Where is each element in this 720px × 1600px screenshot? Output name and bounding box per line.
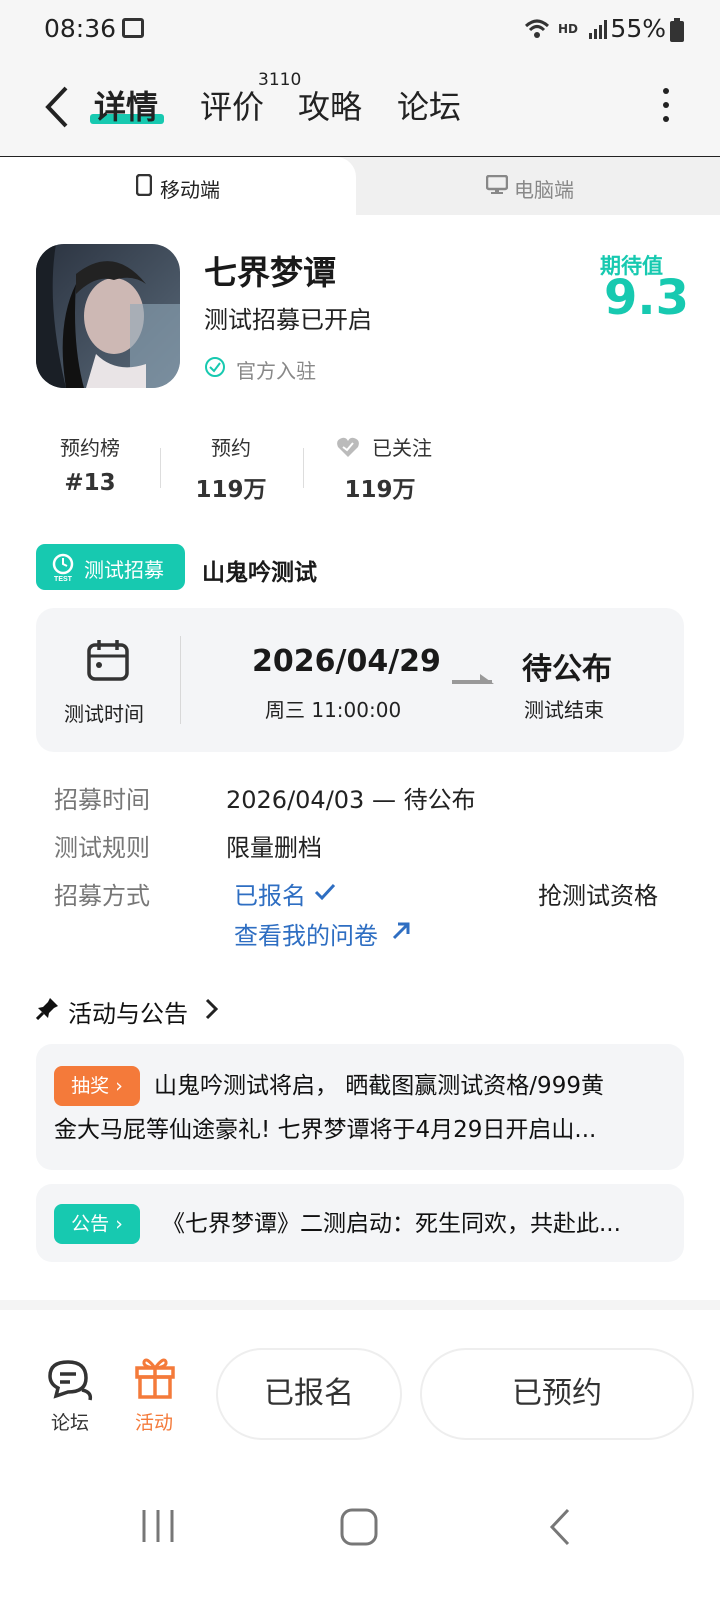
signed-up-status[interactable]: 已报名: [234, 876, 306, 911]
verified-check-icon: [205, 357, 225, 377]
expect-value: 9.3: [604, 270, 690, 326]
external-arrow-icon: [392, 922, 410, 940]
system-back-icon[interactable]: [548, 1508, 572, 1546]
stat-reserve-label: 预约: [211, 436, 251, 460]
monitor-icon: [486, 175, 508, 194]
chevron-right-icon[interactable]: [204, 998, 218, 1020]
phone-icon: [136, 174, 152, 196]
stat-reserve-value: 119万: [195, 477, 267, 503]
tab-details[interactable]: 详情: [94, 82, 158, 128]
image-notification-icon: [122, 18, 144, 38]
back-arrow-icon[interactable]: [40, 82, 80, 132]
game-title: 七界梦谭: [204, 253, 336, 292]
activity-label[interactable]: 活动: [135, 1408, 173, 1435]
gift-icon[interactable]: [134, 1354, 176, 1400]
status-time: 08:36: [44, 14, 117, 43]
stat-follow-value: 119万: [344, 477, 416, 503]
lottery-text-line2: 金大马屁等仙途豪礼! 七界梦谭将于4月29日开启山...: [54, 1117, 597, 1143]
recruit-method-label: 招募方式: [54, 882, 150, 910]
test-recruit-tag-label: 测试招募: [84, 558, 164, 582]
wifi-icon: [524, 19, 550, 38]
official-label: 官方入驻: [236, 359, 316, 383]
stat-rank-label: 预约榜: [60, 436, 120, 460]
platform-tab-pc[interactable]: 电脑端: [514, 174, 574, 203]
test-rule-value: 限量删档: [226, 834, 322, 862]
forum-label[interactable]: 论坛: [51, 1408, 89, 1435]
test-name: 山鬼吟测试: [202, 560, 317, 586]
lottery-tag: 抽奖 ›: [54, 1066, 140, 1106]
activity-card-lottery[interactable]: 抽奖 › 山鬼吟测试将启， 晒截图赢测试资格/999黄 金大马屁等仙途豪礼! 七…: [36, 1044, 684, 1170]
reserved-button[interactable]: 已预约: [420, 1348, 694, 1440]
test-start-time: 周三 11:00:00: [265, 698, 402, 722]
more-options-icon[interactable]: [662, 88, 670, 128]
test-rule-label: 测试规则: [54, 834, 150, 862]
card-divider: [180, 636, 181, 724]
activity-card-announcement[interactable]: 公告 › 《七界梦谭》二测启动：死生同欢，共赴此...: [36, 1184, 684, 1262]
test-start-date: 2026/04/29: [252, 644, 441, 679]
test-time-label: 测试时间: [64, 702, 144, 726]
test-recruit-tag: TEST 测试招募: [36, 544, 185, 590]
announcement-text: 《七界梦谭》二测启动：死生同欢，共赴此...: [162, 1211, 621, 1237]
stat-divider: [303, 448, 304, 488]
signed-up-button[interactable]: 已报名: [216, 1348, 402, 1440]
check-icon: [314, 883, 336, 901]
status-bar: 08:36 HD 55%: [0, 0, 720, 60]
stat-divider: [160, 448, 161, 488]
home-icon[interactable]: [340, 1508, 380, 1546]
reviews-count-badge: 3110: [258, 70, 302, 90]
tab-reviews[interactable]: 评价: [200, 82, 264, 128]
battery-icon: [670, 18, 684, 42]
tab-guides[interactable]: 攻略: [298, 82, 362, 128]
grab-test-qualification-link[interactable]: 抢测试资格: [538, 876, 658, 911]
battery-percent: 55%: [610, 14, 666, 43]
test-badge-icon: TEST: [52, 553, 74, 582]
bottom-separator: [0, 1300, 720, 1310]
game-app-icon[interactable]: [36, 244, 180, 388]
test-end-value: 待公布: [522, 652, 612, 687]
stat-follow-label[interactable]: 已关注: [342, 432, 462, 461]
platform-tab-mobile[interactable]: 移动端: [160, 174, 220, 203]
stat-rank-value[interactable]: #13: [30, 470, 150, 496]
view-questionnaire-link[interactable]: 查看我的问卷: [234, 916, 378, 951]
tab-forum[interactable]: 论坛: [397, 82, 461, 128]
recruit-time-value: 2026/04/03 — 待公布: [226, 786, 476, 814]
recent-apps-icon[interactable]: [140, 1508, 180, 1544]
activities-section-title[interactable]: 活动与公告: [68, 994, 188, 1029]
arrow-head-icon: [480, 674, 494, 684]
recruit-time-label: 招募时间: [54, 786, 150, 814]
hd-indicator: HD: [557, 22, 578, 36]
announcement-tag: 公告 ›: [54, 1204, 140, 1244]
lottery-text-line1: 山鬼吟测试将启， 晒截图赢测试资格/999黄: [154, 1073, 604, 1099]
signal-icon: [589, 20, 607, 39]
calendar-icon: [87, 640, 129, 681]
game-subtitle: 测试招募已开启: [204, 306, 372, 334]
top-nav: 详情 评价 3110 攻略 论坛: [0, 60, 720, 158]
forum-icon[interactable]: [46, 1358, 94, 1402]
pin-icon: [36, 998, 58, 1020]
svg-text:TEST: TEST: [54, 576, 73, 582]
test-end-label: 测试结束: [524, 698, 604, 722]
